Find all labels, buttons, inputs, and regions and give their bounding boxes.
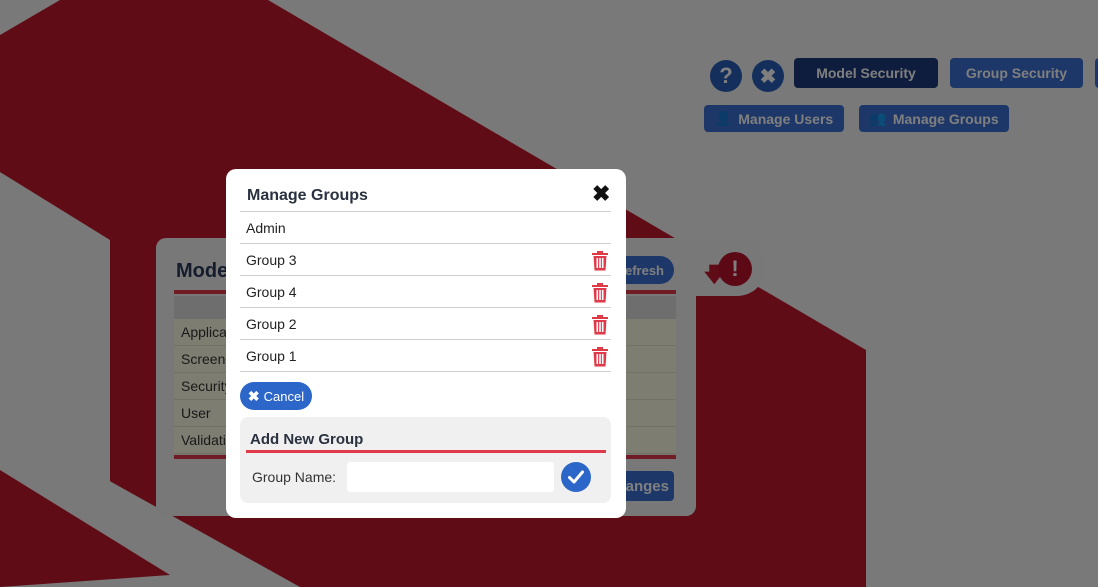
trash-icon[interactable] [591,347,609,367]
trash-icon[interactable] [591,315,609,335]
group-name-label: Group Name: [252,469,337,485]
list-item[interactable]: Admin [240,212,611,244]
close-icon[interactable]: ✖ [592,181,610,207]
add-group-title: Add New Group [250,431,364,448]
modal-title: Manage Groups [247,187,368,204]
add-group-section: Add New Group Group Name: [240,417,611,503]
group-name: Admin [246,220,286,236]
list-item[interactable]: Group 2 [240,308,611,340]
manage-groups-modal: Manage Groups ✖ Admin Group 3 Group 4 Gr… [226,169,626,518]
close-icon: ✖ [247,387,260,404]
check-icon [568,470,584,484]
trash-icon[interactable] [591,251,609,271]
list-item[interactable]: Group 4 [240,276,611,308]
confirm-add-group-button[interactable] [561,462,591,492]
group-name: Group 3 [246,252,297,268]
cancel-label: Cancel [263,388,305,404]
group-list: Admin Group 3 Group 4 Group 2 Group 1 [240,211,611,372]
group-name-input[interactable] [347,462,554,492]
group-name: Group 1 [246,348,297,364]
group-name: Group 4 [246,284,297,300]
cancel-button[interactable]: ✖ Cancel [240,382,312,410]
list-item[interactable]: Group 3 [240,244,611,276]
add-group-rule [246,450,606,453]
group-name: Group 2 [246,316,297,332]
trash-icon[interactable] [591,283,609,303]
list-item[interactable]: Group 1 [240,340,611,372]
